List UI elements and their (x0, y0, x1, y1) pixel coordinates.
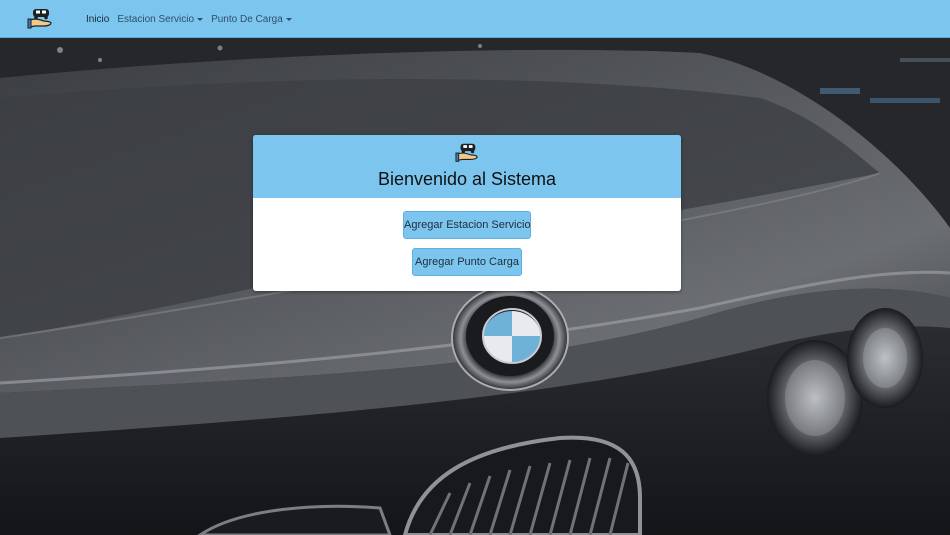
add-station-button[interactable]: Agregar Estacion Servicio (403, 211, 531, 239)
welcome-card: Bienvenido al Sistema Agregar Estacion S… (253, 135, 681, 291)
card-title: Bienvenido al Sistema (377, 169, 557, 189)
top-navbar: Inicio Estacion Servicio Punto De Carga (0, 0, 950, 38)
page: Inicio Estacion Servicio Punto De Carga (0, 0, 950, 535)
nav-dropdown-punto-de-carga[interactable]: Punto De Carga (211, 14, 292, 25)
card-body: Agregar Estacion Servicio Agregar Punto … (253, 198, 681, 291)
card-header: Bienvenido al Sistema (253, 135, 681, 198)
nav-dropdown-estacion-label: Estacion Servicio (117, 13, 195, 25)
nav-dropdown-punto-label: Punto De Carga (211, 13, 283, 25)
nav-links: Inicio Estacion Servicio Punto De Carga (86, 0, 292, 38)
hand-car-logo-icon[interactable] (27, 6, 53, 32)
hand-car-logo-icon (455, 143, 478, 162)
nav-link-inicio[interactable]: Inicio (86, 14, 109, 25)
add-charge-point-button[interactable]: Agregar Punto Carga (412, 248, 522, 276)
nav-link-inicio-label: Inicio (86, 13, 110, 25)
caret-down-icon (285, 17, 292, 21)
caret-down-icon (197, 17, 204, 21)
nav-dropdown-estacion-servicio[interactable]: Estacion Servicio (117, 13, 204, 25)
